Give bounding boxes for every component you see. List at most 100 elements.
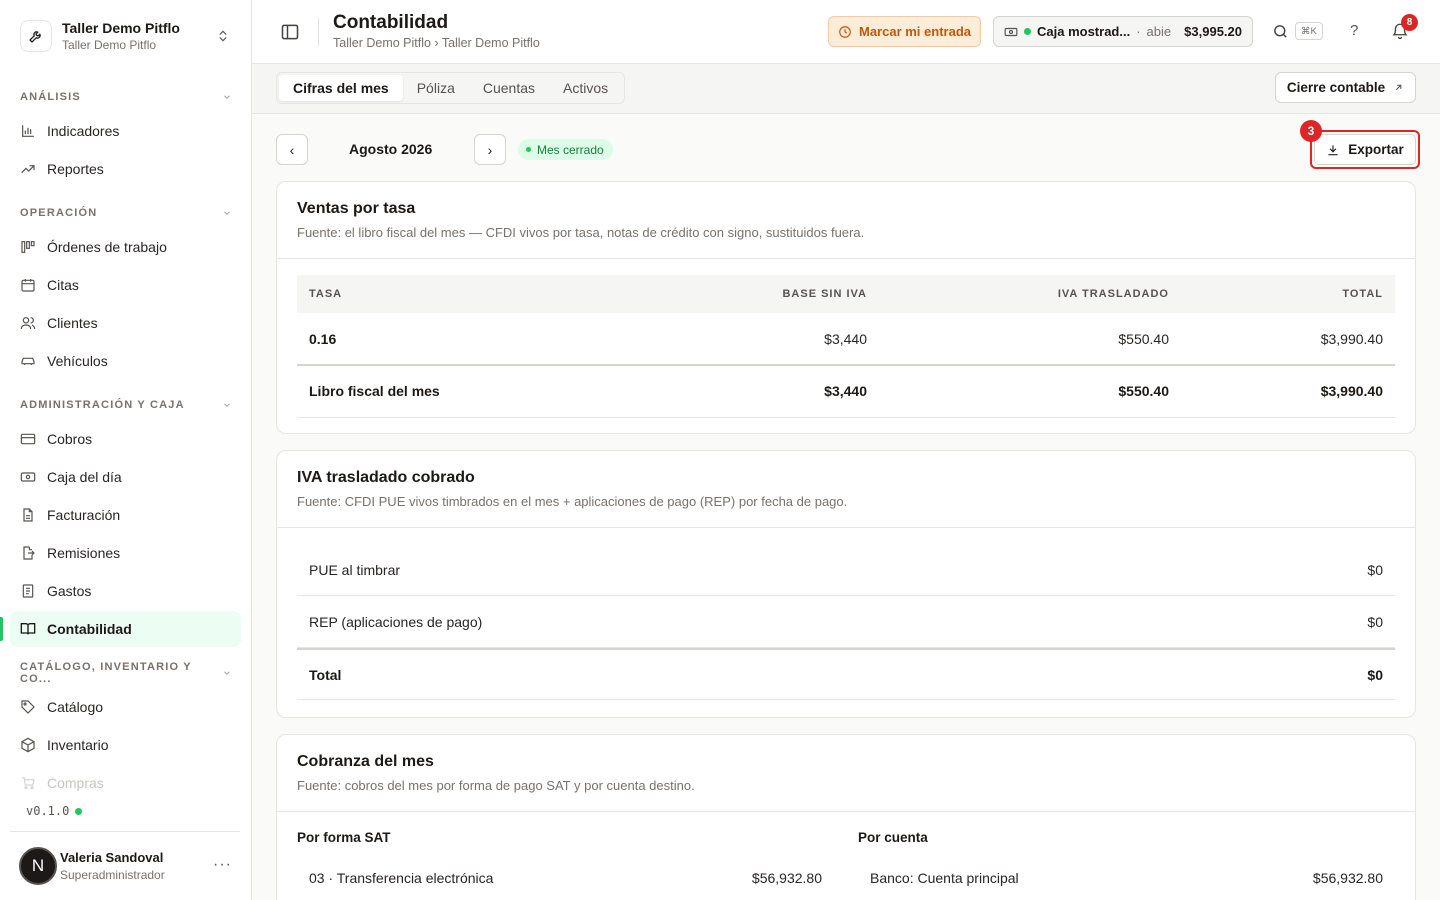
sidebar-toggle-icon[interactable] bbox=[280, 22, 300, 42]
section-catalogo[interactable]: CATÁLOGO, INVENTARIO Y CO... bbox=[20, 661, 232, 685]
sidebar-item-citas[interactable]: Citas bbox=[10, 267, 241, 303]
status-dot bbox=[75, 807, 83, 815]
list-item: 03 · Transferencia electrónica $56,932.8… bbox=[309, 870, 822, 886]
sidebar-item-cobros[interactable]: Cobros bbox=[10, 421, 241, 457]
trend-icon bbox=[21, 165, 35, 173]
column-header: TASA bbox=[297, 275, 637, 313]
status-dot bbox=[526, 147, 531, 152]
user-name: Valeria Sandoval bbox=[60, 850, 164, 865]
list-item: REP (aplicaciones de pago) $0 bbox=[297, 596, 1395, 648]
sidebar-item-gastos[interactable]: Gastos bbox=[10, 573, 241, 609]
sidebar-item-contabilidad[interactable]: Contabilidad bbox=[10, 611, 241, 647]
ventas-card: Ventas por tasa Fuente: el libro fiscal … bbox=[276, 181, 1416, 434]
sidebar-item-clientes[interactable]: Clientes bbox=[10, 305, 241, 341]
org-subtitle: Taller Demo Pitflo bbox=[62, 38, 157, 52]
user-menu[interactable]: N Valeria Sandoval Superadministrador ··… bbox=[10, 831, 240, 900]
cash-register-selector[interactable]: Caja mostrad... · abie $3,995.20 bbox=[993, 16, 1253, 47]
notification-badge: 8 bbox=[1401, 14, 1418, 31]
org-switcher[interactable]: Taller Demo Pitflo Taller Demo Pitflo bbox=[10, 12, 240, 60]
more-icon[interactable]: ··· bbox=[213, 856, 232, 874]
tab-cifras[interactable]: Cifras del mes bbox=[279, 75, 403, 101]
clock-icon bbox=[839, 25, 851, 38]
tab-activos[interactable]: Activos bbox=[549, 75, 622, 101]
car-icon bbox=[21, 357, 35, 365]
book-icon bbox=[20, 623, 36, 635]
search-icon[interactable] bbox=[1272, 23, 1289, 40]
box-icon bbox=[21, 737, 35, 753]
iva-list: PUE al timbrar $0 REP (aplicaciones de p… bbox=[297, 544, 1395, 700]
column-title: Por forma SAT bbox=[297, 830, 391, 845]
cierre-contable-button[interactable]: Cierre contable bbox=[1275, 72, 1416, 103]
table-cell: $3,440 bbox=[637, 364, 879, 418]
sidebar-item-inventario[interactable]: Inventario bbox=[10, 727, 241, 763]
receipt-icon bbox=[22, 584, 34, 598]
tab-poliza[interactable]: Póliza bbox=[403, 75, 469, 101]
iva-card: IVA trasladado cobrado Fuente: CFDI PUE … bbox=[276, 450, 1416, 718]
status-badge: Mes cerrado bbox=[518, 139, 613, 160]
table-cell: $3,440 bbox=[637, 313, 879, 366]
sidebar-item-remisiones[interactable]: Remisiones bbox=[10, 535, 241, 571]
prev-month-button[interactable]: ‹ bbox=[276, 134, 308, 165]
chevron-down-icon bbox=[224, 211, 230, 215]
invoice-icon bbox=[23, 508, 33, 522]
next-month-button[interactable]: › bbox=[474, 134, 506, 165]
bar-chart-icon bbox=[22, 125, 34, 137]
table-cell: 0.16 bbox=[297, 313, 637, 366]
list-item: PUE al timbrar $0 bbox=[297, 544, 1395, 596]
column-header: TOTAL bbox=[1181, 275, 1395, 313]
card-subtitle: Fuente: cobros del mes por forma de pago… bbox=[297, 778, 695, 793]
sidebar-item-facturacion[interactable]: Facturación bbox=[10, 497, 241, 533]
table-cell: $3,990.40 bbox=[1181, 364, 1395, 418]
shortcut-hint: ⌘K bbox=[1295, 22, 1323, 40]
wrench-icon bbox=[20, 20, 52, 52]
tab-cuentas[interactable]: Cuentas bbox=[469, 75, 549, 101]
sidebar-item-reportes[interactable]: Reportes bbox=[10, 151, 241, 187]
section-operacion[interactable]: OPERACIÓN bbox=[20, 203, 232, 223]
breadcrumb: Taller Demo Pitflo › Taller Demo Pitflo bbox=[333, 36, 540, 50]
org-name: Taller Demo Pitflo bbox=[62, 20, 180, 36]
avatar: N bbox=[19, 847, 57, 885]
sidebar-item-indicadores[interactable]: Indicadores bbox=[10, 113, 241, 149]
column-title: Por cuenta bbox=[858, 830, 928, 845]
chevron-down-icon bbox=[224, 403, 230, 407]
app-version: v0.1.0 bbox=[26, 804, 83, 818]
cart-icon bbox=[22, 777, 35, 790]
export-button[interactable]: Exportar bbox=[1314, 134, 1416, 165]
download-icon bbox=[1328, 144, 1338, 155]
column-header: BASE SIN IVA bbox=[637, 275, 879, 313]
tag-icon bbox=[21, 700, 35, 714]
card-title: Cobranza del mes bbox=[297, 753, 434, 770]
page-title: Contabilidad bbox=[333, 12, 449, 33]
active-indicator bbox=[0, 617, 3, 641]
table-cell: $550.40 bbox=[879, 313, 1181, 366]
external-link-icon bbox=[1395, 84, 1402, 91]
sidebar-item-caja[interactable]: Caja del día bbox=[10, 459, 241, 495]
chevron-down-icon bbox=[224, 671, 230, 675]
sidebar-item-vehiculos[interactable]: Vehículos bbox=[10, 343, 241, 379]
section-analisis[interactable]: ANÁLISIS bbox=[20, 87, 232, 107]
file-out-icon bbox=[23, 546, 35, 560]
users-icon bbox=[20, 317, 36, 330]
sidebar-item-catalogo[interactable]: Catálogo bbox=[10, 689, 241, 725]
user-role: Superadministrador bbox=[60, 868, 165, 882]
help-icon[interactable]: ? bbox=[1350, 22, 1358, 39]
sidebar-item-ordenes[interactable]: Órdenes de trabajo bbox=[10, 229, 241, 265]
cobranza-card: Cobranza del mes Fuente: cobros del mes … bbox=[276, 734, 1416, 900]
cash-icon bbox=[1004, 27, 1018, 36]
top-header: Contabilidad Taller Demo Pitflo › Taller… bbox=[252, 0, 1440, 64]
sidebar-item-compras[interactable]: Compras bbox=[10, 765, 241, 801]
step-badge: 3 bbox=[1300, 120, 1322, 142]
section-administracion[interactable]: ADMINISTRACIÓN Y CAJA bbox=[20, 395, 232, 415]
sidebar: Taller Demo Pitflo Taller Demo Pitflo AN… bbox=[0, 0, 252, 900]
card-icon bbox=[20, 433, 36, 445]
header-divider bbox=[318, 18, 319, 46]
status-dot bbox=[1024, 28, 1031, 35]
ventas-table: TASA BASE SIN IVA IVA TRASLADADO TOTAL 0… bbox=[297, 275, 1395, 418]
table-header: TASA BASE SIN IVA IVA TRASLADADO TOTAL bbox=[297, 275, 1395, 313]
card-subtitle: Fuente: CFDI PUE vivos timbrados en el m… bbox=[297, 494, 848, 509]
chevrons-up-down-icon bbox=[219, 30, 227, 42]
list-item: Banco: Cuenta principal $56,932.80 bbox=[870, 870, 1383, 886]
card-subtitle: Fuente: el libro fiscal del mes — CFDI v… bbox=[297, 225, 865, 240]
clock-in-button[interactable]: Marcar mi entrada bbox=[828, 16, 981, 47]
calendar-icon bbox=[21, 279, 35, 292]
